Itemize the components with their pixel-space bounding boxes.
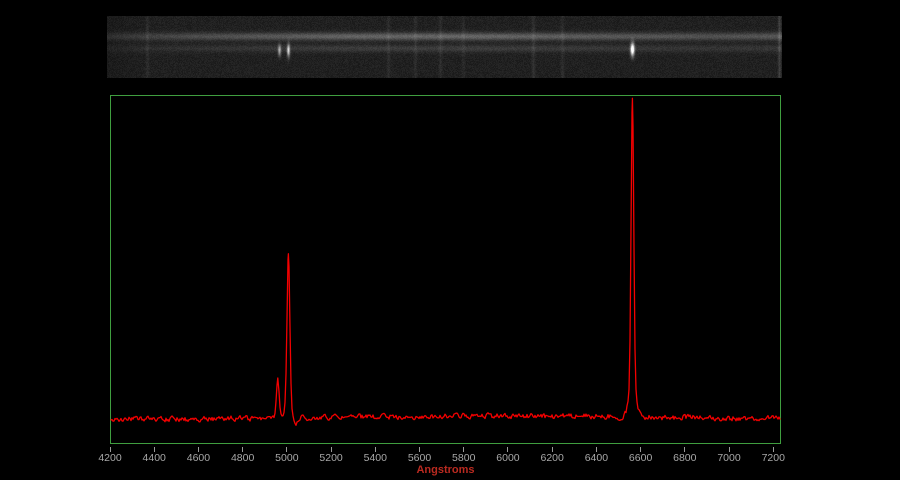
spectrum-2d-strip [107, 16, 782, 78]
x-tick-label: 6400 [574, 452, 618, 464]
x-tick-label: 5600 [398, 452, 442, 464]
x-axis-label: Angstroms [110, 464, 781, 476]
x-tick-label: 5200 [309, 452, 353, 464]
x-tick-label: 4400 [132, 452, 176, 464]
x-tick-label: 5800 [442, 452, 486, 464]
x-tick-label: 4600 [176, 452, 220, 464]
x-tick-label: 5400 [353, 452, 397, 464]
spectra-viewer-window: 4200440046004800500052005400560058006000… [0, 0, 900, 480]
x-tick-label: 4200 [88, 452, 132, 464]
x-tick-label: 6000 [486, 452, 530, 464]
x-tick-label: 6800 [663, 452, 707, 464]
x-tick-label: 6200 [530, 452, 574, 464]
plot-border-box [110, 95, 781, 444]
x-tick-label: 4800 [221, 452, 265, 464]
x-tick-label: 7000 [707, 452, 751, 464]
x-tick-label: 5000 [265, 452, 309, 464]
x-tick-label: 7200 [751, 452, 795, 464]
x-tick-label: 6600 [619, 452, 663, 464]
